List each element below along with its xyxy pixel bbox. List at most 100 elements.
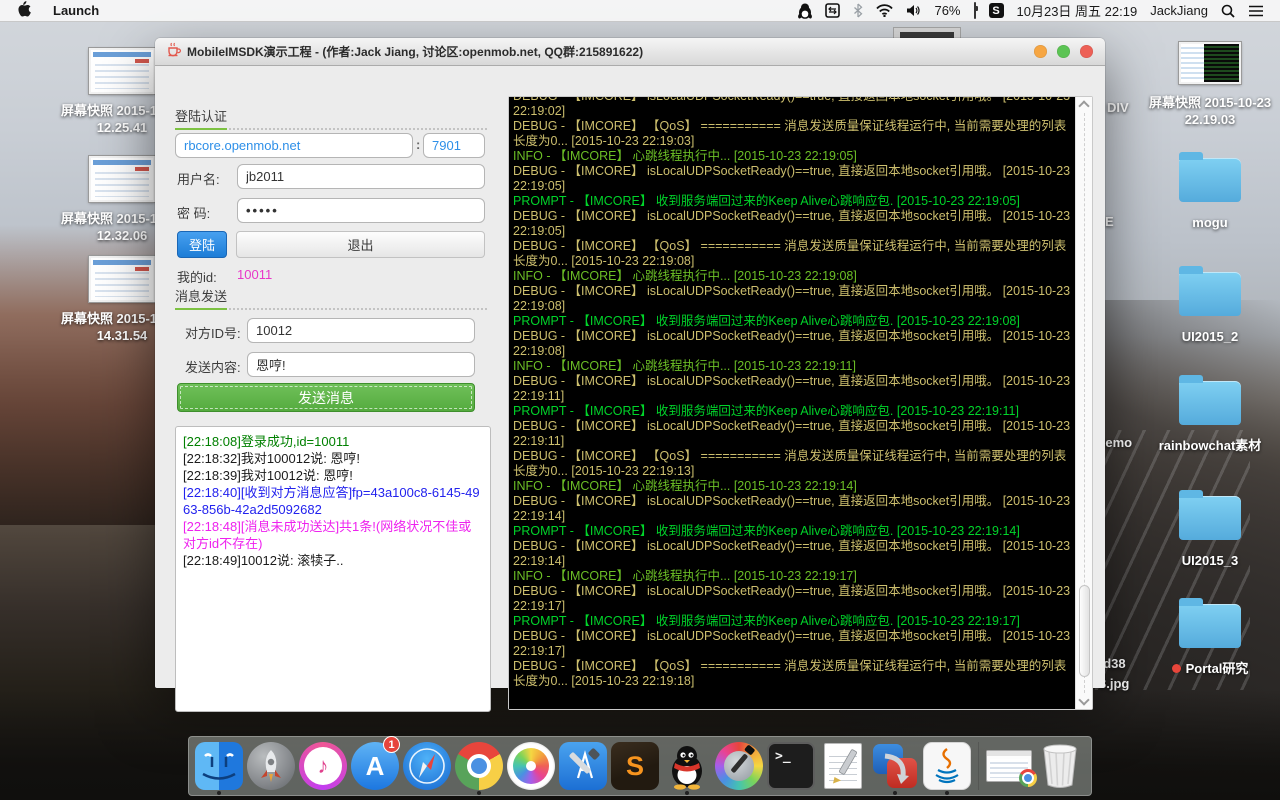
sogou-input-icon[interactable]: S (989, 3, 1004, 18)
dock-item-app-store[interactable]: A1 (349, 737, 401, 795)
running-indicator (893, 791, 897, 795)
terminal-icon: >_ (767, 742, 815, 790)
dock-item-finder[interactable] (193, 737, 245, 795)
dock-item-color-meter[interactable] (713, 737, 765, 795)
battery-icon[interactable] (974, 3, 976, 18)
password-input[interactable] (237, 198, 485, 223)
console-line: INFO - 【IMCORE】 心跳线程执行中... [2015-10-23 2… (513, 359, 1071, 374)
console-line: INFO - 【IMCORE】 心跳线程执行中... [2015-10-23 2… (513, 149, 1071, 164)
vmware-fusion-icon (871, 742, 919, 790)
console-line: INFO - 【IMCORE】 心跳线程执行中... [2015-10-23 2… (513, 479, 1071, 494)
peer-id-input[interactable] (247, 318, 475, 343)
console-line: DEBUG - 【IMCORE】 isLocalUDPSocketReady()… (513, 539, 1071, 569)
desktop-icon-label: 22.19.03 (1185, 111, 1236, 128)
close-button[interactable] (1080, 45, 1093, 58)
send-section-header: 消息发送 (175, 286, 487, 310)
running-indicator (945, 791, 949, 795)
qq-menu-icon[interactable] (798, 3, 812, 19)
dock-item-textedit[interactable] (817, 737, 869, 795)
send-message-button[interactable]: 发送消息 (177, 383, 475, 412)
dock-item-minimized-window[interactable] (983, 737, 1035, 795)
xcode-icon (559, 742, 607, 790)
wifi-icon[interactable] (876, 4, 893, 17)
console-lines: DEBUG - 【IMCORE】 isLocalUDPSocketReady()… (513, 97, 1071, 689)
port-input[interactable] (423, 133, 485, 158)
dock-item-safari[interactable] (401, 737, 453, 795)
console-output[interactable]: DEBUG - 【IMCORE】 isLocalUDPSocketReady()… (509, 97, 1075, 709)
scroll-down-arrow-icon[interactable] (1078, 694, 1089, 705)
folder-icon (1179, 158, 1241, 202)
minimize-button[interactable] (1034, 45, 1047, 58)
console-line: DEBUG - 【IMCORE】 isLocalUDPSocketReady()… (513, 494, 1071, 524)
port-separator: : (416, 137, 420, 152)
console-line: INFO - 【IMCORE】 心跳线程执行中... [2015-10-23 2… (513, 569, 1071, 584)
dock-item-vmware-fusion[interactable] (869, 737, 921, 795)
color-meter-icon (715, 742, 763, 790)
chrome-icon (455, 742, 503, 790)
username-label: 用户名: (177, 169, 220, 188)
window-titlebar[interactable]: MobileIMSDK演示工程 - (作者:Jack Jiang, 讨论区:op… (155, 38, 1105, 66)
dock-item-qq[interactable] (661, 737, 713, 795)
scroll-up-arrow-icon[interactable] (1078, 100, 1089, 111)
red-tag-icon (1172, 664, 1181, 673)
dock-item-chrome[interactable] (453, 737, 505, 795)
spotlight-icon[interactable] (1221, 4, 1235, 18)
desktop-icon-label: Portal研究 (1186, 660, 1249, 677)
desktop-icon-folder[interactable]: rainbowchat素材 (1148, 373, 1272, 454)
console-scrollbar[interactable] (1075, 97, 1092, 709)
console-line: PROMPT - 【IMCORE】 收到服务端回过来的Keep Alive心跳响… (513, 314, 1071, 329)
dock-item-terminal[interactable]: >_ (765, 737, 817, 795)
menubar-username[interactable]: JackJiang (1150, 3, 1208, 18)
desktop-icon-folder[interactable]: UI2015_2 (1148, 264, 1272, 345)
minimized-window-icon (986, 750, 1032, 782)
app-window: MobileIMSDK演示工程 - (作者:Jack Jiang, 讨论区:op… (155, 38, 1105, 688)
input-source-switcher-icon[interactable] (825, 3, 840, 18)
safari-icon (403, 742, 451, 790)
screenshot-thumbnail-icon (89, 48, 155, 94)
folder-icon (1179, 604, 1241, 648)
dock-item-xcode[interactable] (557, 737, 609, 795)
screenshot-thumbnail-icon (89, 156, 155, 202)
menubar-clock[interactable]: 10月23日 周五 22:19 (1017, 1, 1138, 20)
log-line: [22:18:08]登录成功,id=10011 (183, 433, 483, 450)
login-button[interactable]: 登陆 (177, 231, 227, 258)
server-input[interactable] (175, 133, 413, 158)
sublime-text-icon: S (611, 742, 659, 790)
desktop-icon-label: mogu (1192, 214, 1227, 231)
dock-item-java[interactable] (921, 737, 973, 795)
desktop-icon-folder[interactable]: UI2015_3 (1148, 488, 1272, 569)
password-label: 密 码: (177, 203, 210, 222)
console-line: PROMPT - 【IMCORE】 收到服务端回过来的Keep Alive心跳响… (513, 194, 1071, 209)
desktop-icon-screenshot[interactable]: 屏幕快照 2015-10-2322.19.03 (1148, 42, 1272, 128)
notification-center-icon[interactable] (1248, 5, 1264, 17)
exit-button[interactable]: 退出 (236, 231, 485, 258)
scrollbar-thumb[interactable] (1079, 585, 1090, 677)
username-input[interactable] (237, 164, 485, 189)
menu-bar: Launch 76% S 10月23日 周五 22:19 JackJiang (0, 0, 1280, 22)
folder-icon (1179, 381, 1241, 425)
desktop-icon-folder[interactable]: Portal研究 (1148, 596, 1272, 677)
dock-item-trash[interactable] (1035, 737, 1087, 795)
bluetooth-icon[interactable] (853, 3, 863, 18)
java-cup-icon (165, 41, 181, 62)
apple-menu-icon[interactable] (18, 1, 31, 20)
active-app-menu[interactable]: Launch (53, 3, 99, 18)
message-log[interactable]: [22:18:08]登录成功,id=10011[22:18:32]我对10001… (175, 426, 491, 712)
maximize-button[interactable] (1057, 45, 1070, 58)
dock-item-itunes[interactable]: ♪ (297, 737, 349, 795)
trash-icon (1037, 742, 1085, 790)
desktop-icon-folder[interactable]: mogu (1148, 150, 1272, 231)
volume-icon[interactable] (906, 4, 921, 17)
running-indicator (685, 791, 689, 795)
content-input[interactable] (247, 352, 475, 377)
console-line: DEBUG - 【IMCORE】 【QoS】 =========== 消息发送质… (513, 119, 1071, 149)
log-line: [22:18:40][收到对方消息应答]fp=43a100c8-6145-496… (183, 484, 483, 518)
myid-value: 10011 (237, 267, 272, 282)
dock-item-launchpad[interactable] (245, 737, 297, 795)
console-line: DEBUG - 【IMCORE】 isLocalUDPSocketReady()… (513, 97, 1071, 119)
log-line: [22:18:49]10012说: 滚犊子.. (183, 552, 483, 569)
battery-percentage[interactable]: 76% (934, 3, 960, 18)
desktop-icon-label: UI2015_2 (1182, 328, 1238, 345)
dock-item-sublime-text[interactable]: S (609, 737, 661, 795)
dock-item-photos[interactable] (505, 737, 557, 795)
